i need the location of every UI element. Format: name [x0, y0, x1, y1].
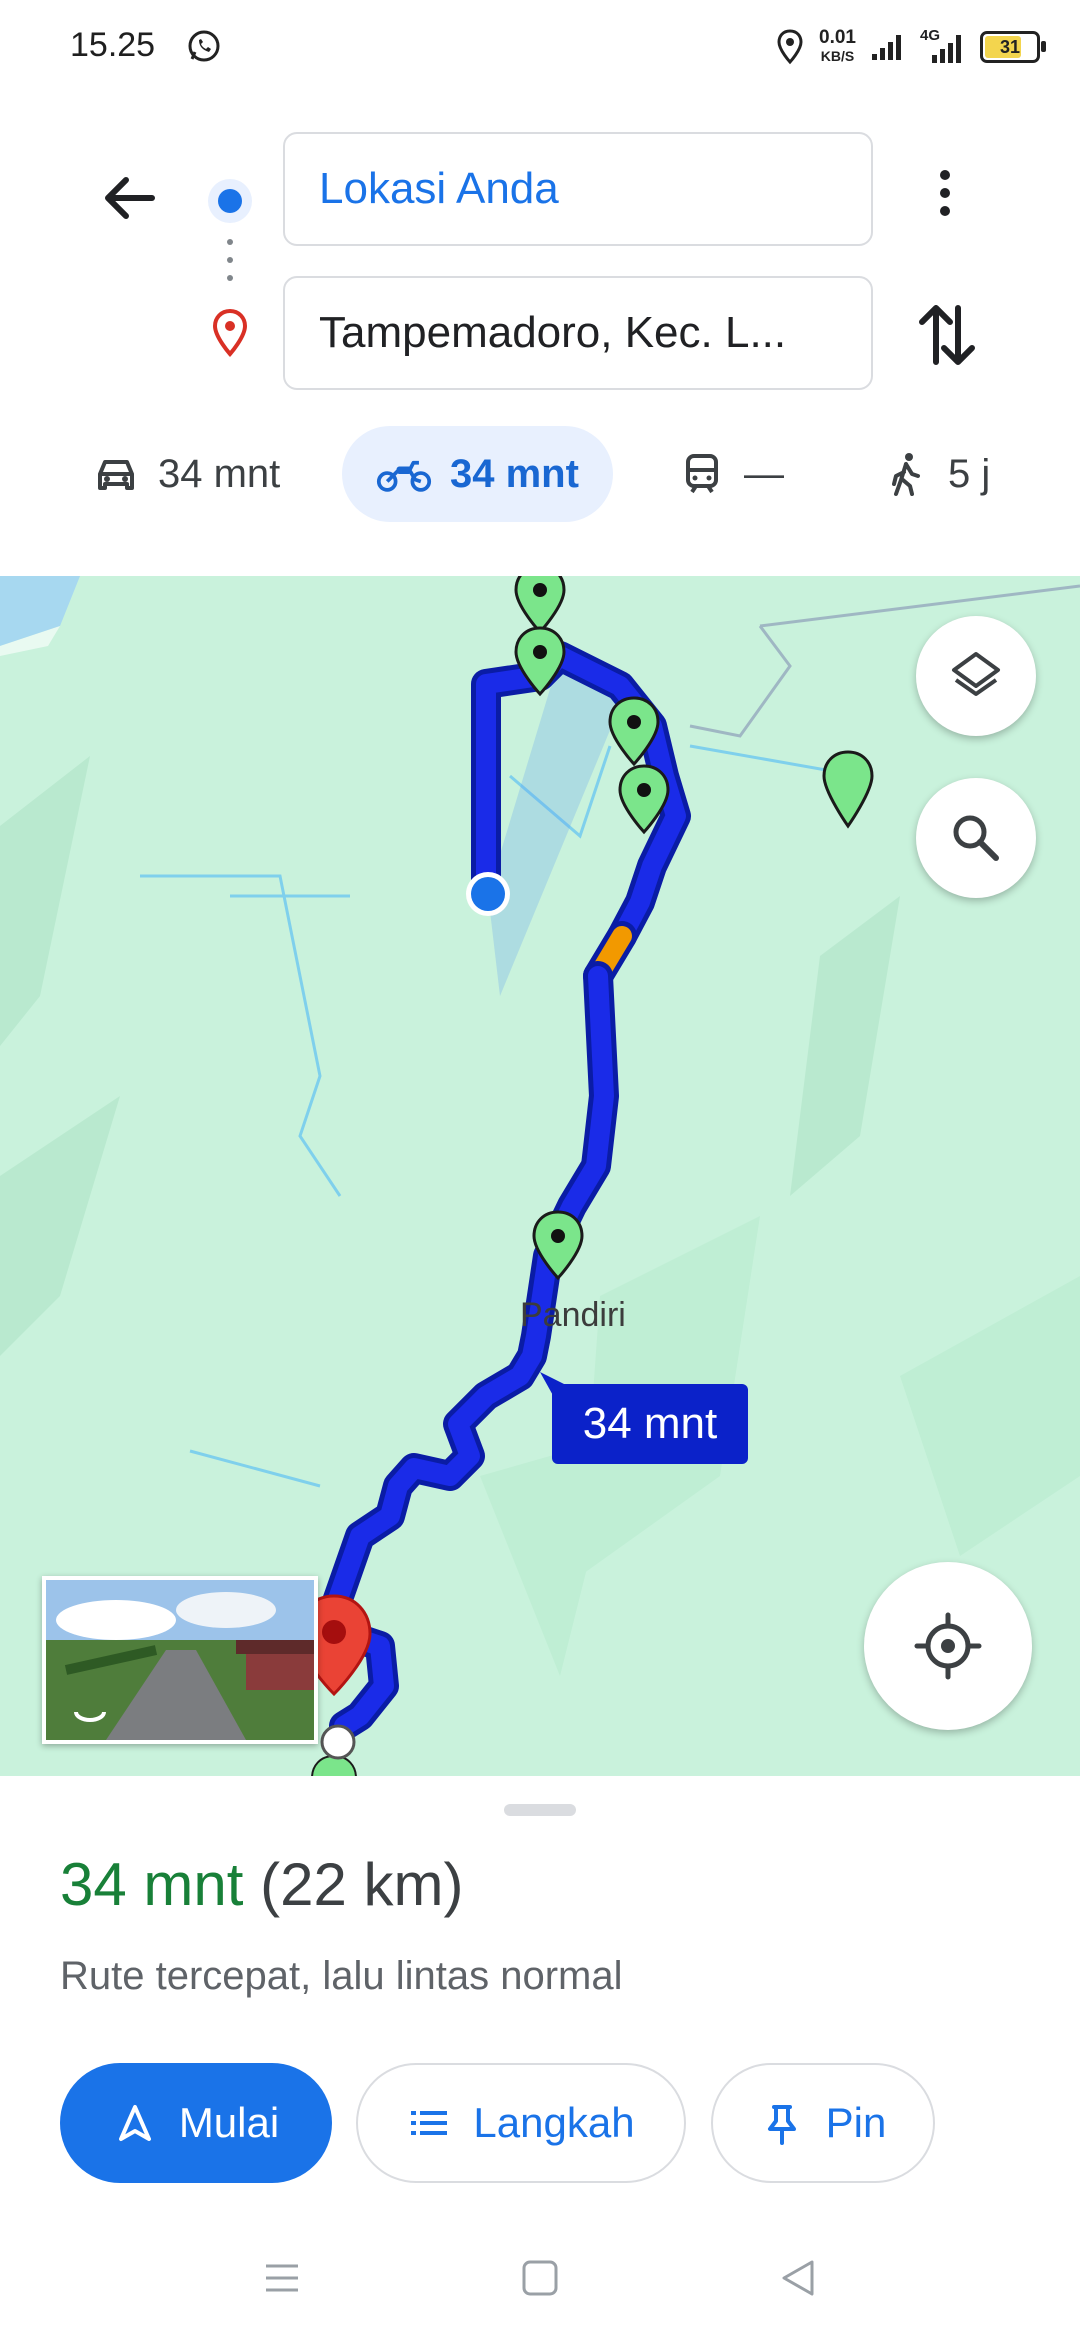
back-nav-icon[interactable]: [776, 2256, 820, 2300]
status-bar: 15.25 0.01 KB/S 4G 31: [0, 0, 1080, 96]
search-icon: [953, 815, 999, 861]
pin-button[interactable]: Pin: [711, 2063, 935, 2183]
route-description: Rute tercepat, lalu lintas normal: [60, 1954, 623, 1998]
search-along-route-button[interactable]: [916, 778, 1036, 898]
train-icon: [686, 454, 718, 494]
route-distance: (22 km): [260, 1851, 464, 1918]
layers-button[interactable]: [916, 616, 1036, 736]
pin-label: Pin: [825, 2099, 887, 2146]
mode-walk[interactable]: 5 j: [856, 426, 1016, 522]
whatsapp-icon: [188, 30, 220, 62]
mode-motorcycle-label: 34 mnt: [450, 451, 579, 496]
network-speed: 0.01 KB/S: [819, 27, 856, 64]
back-arrow-icon[interactable]: [90, 158, 170, 238]
system-nav-bar: [0, 2220, 1080, 2340]
mode-car[interactable]: 34 mnt: [66, 426, 306, 522]
map-view[interactable]: Pandiri 34 mnt: [0, 576, 1080, 1776]
my-location-button[interactable]: [864, 1562, 1032, 1730]
motorcycle-icon: [376, 460, 432, 492]
route-summary: 34 mnt (22 km): [60, 1850, 463, 1919]
sheet-handle[interactable]: [504, 1804, 576, 1816]
layers-icon: [952, 652, 1000, 696]
menu-nav-icon[interactable]: [260, 2256, 304, 2300]
navigation-arrow-icon: [118, 2105, 151, 2141]
current-location-dot: [471, 877, 505, 911]
crosshair-icon: [914, 1612, 982, 1680]
map-town-label: Pandiri: [520, 1296, 626, 1334]
eta-bubble[interactable]: 34 mnt: [552, 1384, 748, 1464]
list-icon: [411, 2111, 448, 2135]
signal-4g-icon: 4G: [920, 27, 966, 65]
status-icons: 0.01 KB/S 4G 31: [775, 22, 1046, 72]
car-icon: [98, 460, 134, 490]
mode-walk-label: 5 j: [948, 451, 991, 496]
route-duration: 34 mnt: [60, 1851, 244, 1918]
more-options-icon[interactable]: [915, 158, 975, 228]
street-view-thumbnail[interactable]: [42, 1576, 318, 1744]
status-time: 15.25: [70, 26, 156, 64]
steps-button[interactable]: Langkah: [356, 2063, 686, 2183]
mode-motorcycle[interactable]: 34 mnt: [342, 426, 613, 522]
battery-icon: 31: [980, 31, 1046, 63]
destination-field[interactable]: Tampemadoro, Kec. L...: [283, 276, 873, 390]
swap-icon[interactable]: [912, 296, 982, 374]
home-nav-icon[interactable]: [518, 2256, 562, 2300]
route-connector-dots: [227, 239, 233, 281]
directions-header: Lokasi Anda Tampemadoro, Kec. L... 34 mn…: [0, 96, 1080, 576]
walk-icon: [892, 453, 920, 496]
steps-label: Langkah: [473, 2099, 635, 2146]
start-button[interactable]: Mulai: [60, 2063, 332, 2183]
travel-modes: 34 mnt 34 mnt — 5 j: [0, 426, 1080, 526]
destination-pin-icon: [212, 308, 248, 358]
mode-car-label: 34 mnt: [158, 451, 281, 496]
origin-dot-icon: [208, 179, 252, 223]
pin-icon: [767, 2105, 796, 2145]
mode-transit[interactable]: —: [652, 426, 810, 522]
location-icon: [777, 29, 803, 65]
start-label: Mulai: [178, 2099, 280, 2146]
mode-transit-label: —: [744, 451, 784, 496]
origin-field[interactable]: Lokasi Anda: [283, 132, 873, 246]
signal-icon: [872, 35, 901, 60]
